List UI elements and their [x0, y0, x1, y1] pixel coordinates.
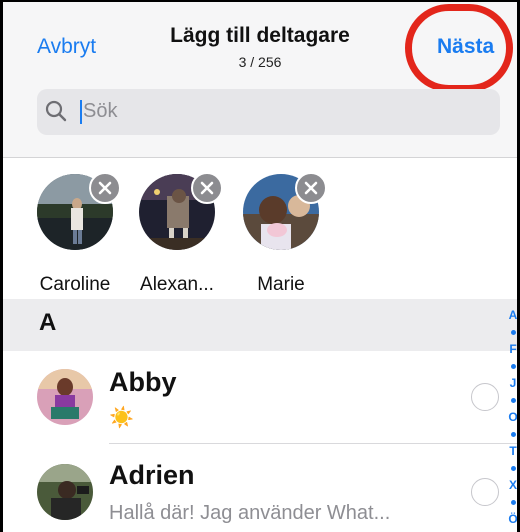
- highlight-ring: [405, 4, 513, 92]
- index-dot: [510, 330, 516, 335]
- index-dot: [510, 466, 516, 471]
- close-icon: [98, 181, 112, 195]
- index-dot: [510, 432, 516, 437]
- index-dot: [510, 364, 516, 369]
- index-letter[interactable]: A: [509, 307, 517, 324]
- selected-participants: Caroline Alexan... Marie: [3, 158, 517, 298]
- app-window: Avbryt Lägg till deltagare 3 / 256 Nästa…: [0, 0, 520, 532]
- participant-name: Alexan...: [140, 274, 214, 295]
- index-dot: [510, 398, 516, 403]
- selected-chip[interactable]: Marie: [241, 172, 331, 295]
- index-letter[interactable]: F: [509, 341, 516, 358]
- contact-status: Hallå där! Jag använder What...: [109, 502, 391, 524]
- contact-name: Adrien: [109, 460, 195, 490]
- remove-button[interactable]: [89, 172, 121, 204]
- contact-status: ☀️: [109, 407, 134, 429]
- contact-row[interactable]: Abby ☀️: [3, 351, 517, 443]
- selected-chip[interactable]: Caroline: [35, 172, 125, 295]
- text-cursor: [80, 100, 82, 124]
- search-input[interactable]: Sök: [37, 89, 500, 135]
- close-icon: [200, 181, 214, 195]
- avatar: [37, 369, 93, 425]
- index-letter[interactable]: X: [509, 477, 517, 494]
- section-letter: A: [39, 309, 57, 336]
- alphabet-index[interactable]: A F J O T X Ö: [503, 307, 517, 528]
- contact-name: Abby: [109, 367, 177, 397]
- search-placeholder: Sök: [83, 100, 118, 122]
- index-letter[interactable]: J: [510, 375, 517, 392]
- section-header: A: [3, 299, 517, 351]
- select-circle[interactable]: [471, 478, 499, 506]
- select-circle[interactable]: [471, 383, 499, 411]
- contact-row[interactable]: Adrien Hallå där! Jag använder What...: [3, 444, 517, 532]
- close-icon: [304, 181, 318, 195]
- participant-name: Marie: [257, 274, 305, 295]
- avatar: [37, 464, 93, 520]
- participant-name: Caroline: [39, 274, 111, 295]
- index-dot: [510, 500, 516, 505]
- header-bar: Avbryt Lägg till deltagare 3 / 256 Nästa…: [3, 2, 517, 158]
- remove-button[interactable]: [191, 172, 223, 204]
- selected-chip[interactable]: Alexan...: [137, 172, 227, 295]
- index-letter[interactable]: T: [509, 443, 516, 460]
- index-letter[interactable]: Ö: [508, 511, 517, 528]
- remove-button[interactable]: [295, 172, 327, 204]
- index-letter[interactable]: O: [508, 409, 517, 426]
- search-icon: [45, 100, 67, 122]
